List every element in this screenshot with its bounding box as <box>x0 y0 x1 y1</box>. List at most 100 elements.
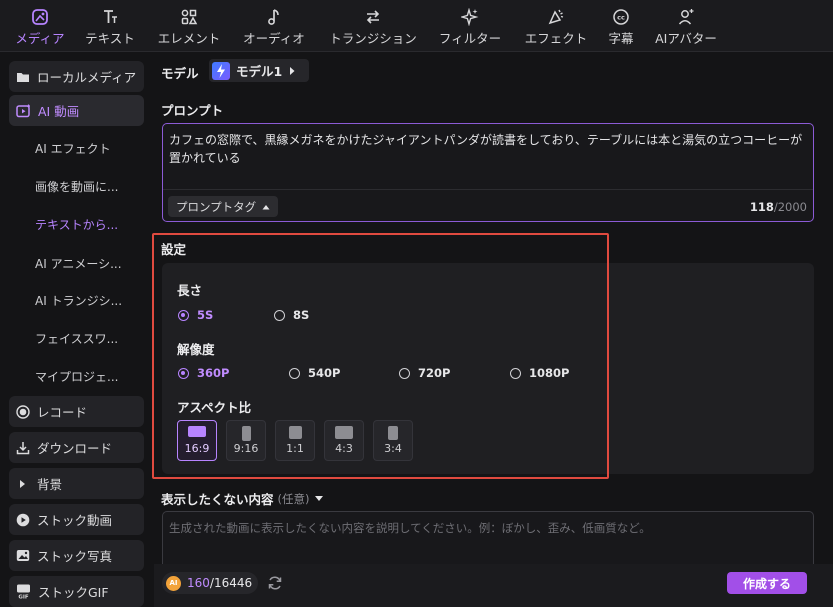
credits-chip: AI 160/16446 <box>162 572 258 594</box>
create-button[interactable]: 作成する <box>727 572 807 594</box>
sidebar-item-label: ストック動画 <box>37 513 113 528</box>
folder-icon <box>16 71 30 83</box>
resolution-option-720p[interactable]: 720P <box>399 366 450 380</box>
media-icon <box>31 0 49 26</box>
cc-subtitle-icon: cc <box>612 0 630 26</box>
aspect-option-3-4[interactable]: 3:4 <box>373 420 413 461</box>
prompt-tag-button[interactable]: プロンプトタグ <box>168 196 279 217</box>
sidebar-sub-ai-effects[interactable]: AI エフェクト <box>35 140 140 160</box>
resolution-option-540p[interactable]: 540P <box>289 366 340 380</box>
tab-media[interactable]: メディア <box>12 0 68 52</box>
aspect-option-label: 3:4 <box>384 442 402 455</box>
caret-up-icon <box>262 204 270 210</box>
svg-text:cc: cc <box>617 14 625 22</box>
aspect-option-16-9[interactable]: 16:9 <box>177 420 217 461</box>
sidebar-item-local-media[interactable]: ローカルメディア <box>9 61 144 92</box>
length-option-label: 8S <box>293 308 310 322</box>
sidebar-item-stock-photo[interactable]: ストック写真 <box>9 540 144 571</box>
sidebar-sub-image-to-video[interactable]: 画像を動画に... <box>35 178 140 198</box>
negative-prompt-toggle[interactable]: 表示したくない内容 (任意) <box>161 489 324 508</box>
ai-video-icon <box>16 104 31 118</box>
radio-icon <box>399 367 410 379</box>
sidebar-sub-ai-transition[interactable]: AI トランジシ... <box>35 292 140 312</box>
resolution-option-360p[interactable]: 360P <box>178 366 229 380</box>
tab-transition[interactable]: トランジション <box>324 0 422 52</box>
sidebar-item-download[interactable]: ダウンロード <box>9 432 144 463</box>
sidebar-item-background[interactable]: 背景 <box>9 468 144 499</box>
tab-text[interactable]: テキスト <box>80 0 140 52</box>
resolution-option-label: 540P <box>308 366 341 380</box>
prompt-count-current: 118 <box>749 200 774 214</box>
sparkle-icon <box>461 0 479 26</box>
radio-selected-icon <box>178 367 189 379</box>
ratio-9-16-icon <box>241 426 251 441</box>
tab-audio-label: オーディオ <box>243 31 305 46</box>
sidebar: ローカルメディア AI 動画 AI エフェクト 画像を動画に... テキストから… <box>0 52 154 607</box>
tab-elements-label: エレメント <box>157 31 221 46</box>
ai-credit-icon: AI <box>166 575 181 591</box>
aspect-option-9-16[interactable]: 9:16 <box>226 420 266 461</box>
sidebar-sub-text-to-video[interactable]: テキストから... <box>35 216 140 236</box>
tab-subtitles-label: 字幕 <box>608 31 634 46</box>
sidebar-item-stock-gif[interactable]: GIF ストックGIF <box>9 576 144 607</box>
aspect-option-label: 4:3 <box>335 442 353 455</box>
download-icon <box>16 441 30 455</box>
sidebar-item-stock-video[interactable]: ストック動画 <box>9 504 144 535</box>
model-label: モデル <box>161 66 199 81</box>
tab-effects[interactable]: エフェクト <box>520 0 592 52</box>
sidebar-sub-face-swap[interactable]: フェイススワ... <box>35 330 140 350</box>
model-selector[interactable]: モデル1 <box>209 59 309 82</box>
tab-transition-label: トランジション <box>329 31 417 46</box>
sidebar-item-label: ダウンロード <box>37 441 113 456</box>
effects-icon <box>547 0 565 26</box>
music-note-icon <box>265 0 283 26</box>
length-option-8s[interactable]: 8S <box>274 308 309 322</box>
negative-prompt-input[interactable]: 生成された動画に表示したくない内容を説明してください。例：ぼかし、歪み、低画質な… <box>162 511 814 571</box>
aspect-option-4-3[interactable]: 4:3 <box>324 420 364 461</box>
transition-arrows-icon <box>363 0 383 26</box>
play-icon <box>16 513 30 527</box>
elements-icon <box>180 0 198 26</box>
sidebar-item-label: ストック写真 <box>37 549 113 564</box>
prompt-char-count: 118/2000 <box>750 200 807 214</box>
tab-audio[interactable]: オーディオ <box>238 0 310 52</box>
resolution-option-label: 360P <box>197 366 230 380</box>
negative-prompt-placeholder: 生成された動画に表示したくない内容を説明してください。例：ぼかし、歪み、低画質な… <box>169 521 651 535</box>
radio-icon <box>510 367 521 379</box>
radio-icon <box>289 367 300 379</box>
length-option-5s[interactable]: 5S <box>178 308 213 322</box>
aspect-option-label: 1:1 <box>286 442 304 455</box>
sidebar-item-label: AI 動画 <box>38 104 80 119</box>
prompt-count-max: /2000 <box>773 200 807 214</box>
settings-title: 設定 <box>161 242 187 257</box>
resolution-option-1080p[interactable]: 1080P <box>510 366 569 380</box>
tab-subtitles[interactable]: cc 字幕 <box>600 0 642 52</box>
aspect-option-label: 9:16 <box>233 442 259 455</box>
sidebar-sub-ai-animation[interactable]: AI アニメーシ... <box>35 255 140 275</box>
text-icon <box>101 0 119 26</box>
prompt-text[interactable]: カフェの窓際で、黒縁メガネをかけたジャイアントパンダが読書をしており、テーブルに… <box>169 131 809 167</box>
record-icon <box>16 404 30 419</box>
sidebar-item-label: ローカルメディア <box>37 70 137 85</box>
tab-filter[interactable]: フィルター <box>434 0 506 52</box>
lightning-icon <box>212 61 230 80</box>
sidebar-item-label: レコード <box>37 405 88 420</box>
sidebar-item-ai-video[interactable]: AI 動画 <box>9 95 144 126</box>
tab-elements[interactable]: エレメント <box>154 0 224 52</box>
gif-icon: GIF <box>16 584 31 599</box>
sidebar-sub-my-projects[interactable]: マイプロジェ... <box>35 368 140 388</box>
tab-ai-avatar[interactable]: AIアバター <box>648 0 724 52</box>
aspect-option-1-1[interactable]: 1:1 <box>275 420 315 461</box>
prompt-input[interactable]: カフェの窓際で、黒縁メガネをかけたジャイアントパンダが読書をしており、テーブルに… <box>162 123 814 222</box>
tab-effects-label: エフェクト <box>524 31 588 46</box>
resolution-label: 解像度 <box>177 342 215 357</box>
triangle-right-icon <box>16 478 30 490</box>
caret-down-icon <box>314 495 324 502</box>
sidebar-item-record[interactable]: レコード <box>9 396 144 427</box>
prompt-divider <box>163 189 813 190</box>
model-value: モデル1 <box>236 64 283 79</box>
ratio-16-9-icon <box>188 426 206 437</box>
refresh-icon[interactable] <box>267 575 283 591</box>
tab-media-label: メディア <box>15 31 65 46</box>
ratio-1-1-icon <box>288 426 302 439</box>
